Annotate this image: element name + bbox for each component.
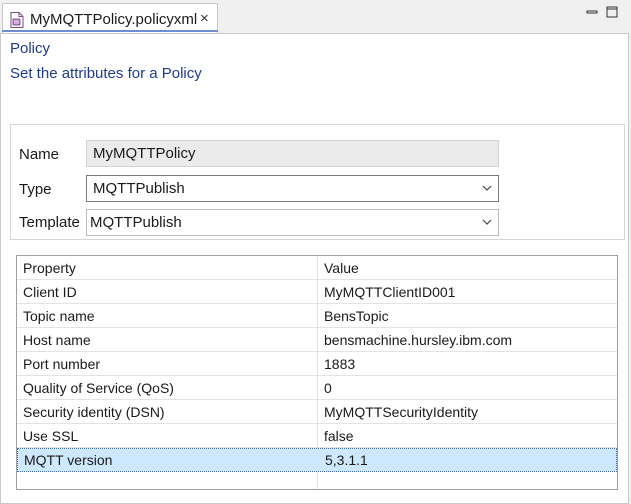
type-value: MQTTPublish: [93, 180, 185, 197]
policy-attributes-panel: Name MyMQTTPolicy Type MQTTPublish Templ…: [10, 124, 625, 240]
table-row[interactable]: Security identity (DSN) MyMQTTSecurityId…: [17, 400, 617, 424]
property-value[interactable]: 0: [324, 376, 332, 400]
property-name: Security identity (DSN): [23, 404, 165, 420]
property-value[interactable]: BensTopic: [324, 304, 389, 328]
tab-title: MyMQTTPolicy.policyxml: [30, 11, 198, 28]
property-table: Property Value Client ID MyMQTTClientID0…: [16, 255, 618, 490]
type-label: Type: [19, 181, 52, 198]
property-name: Topic name: [23, 308, 95, 324]
property-name: Client ID: [23, 284, 77, 300]
table-row-selected[interactable]: MQTT version 5,3.1.1: [17, 448, 617, 472]
property-name: Port number: [23, 356, 101, 372]
table-row[interactable]: Host name bensmachine.hursley.ibm.com: [17, 328, 617, 352]
table-header-row: Property Value: [17, 256, 617, 280]
chevron-down-icon: [482, 219, 492, 225]
property-name: Host name: [23, 332, 91, 348]
property-value[interactable]: false: [324, 424, 354, 448]
name-value: MyMQTTPolicy: [93, 145, 196, 162]
property-value[interactable]: bensmachine.hursley.ibm.com: [324, 328, 512, 352]
property-value[interactable]: MyMQTTClientID001: [324, 280, 455, 304]
property-name: Use SSL: [23, 428, 79, 444]
type-select[interactable]: MQTTPublish: [86, 175, 499, 202]
table-row[interactable]: Topic name BensTopic: [17, 304, 617, 328]
table-row[interactable]: Port number 1883: [17, 352, 617, 376]
editor-tab-bar: MyMQTTPolicy.policyxml ×: [0, 0, 631, 33]
minimize-icon[interactable]: [585, 5, 599, 19]
active-tab-indicator: [2, 30, 218, 32]
property-value[interactable]: 1883: [324, 352, 355, 376]
column-header-value[interactable]: Value: [324, 256, 359, 280]
table-row[interactable]: Use SSL false: [17, 424, 617, 448]
chevron-down-icon: [482, 185, 492, 191]
property-value[interactable]: MyMQTTSecurityIdentity: [324, 400, 478, 424]
name-label: Name: [19, 146, 60, 163]
close-icon[interactable]: ×: [200, 10, 209, 27]
property-name: MQTT version: [24, 452, 113, 468]
maximize-icon[interactable]: [605, 5, 619, 19]
editor-tab[interactable]: MyMQTTPolicy.policyxml ×: [2, 3, 218, 33]
template-label: Template: [19, 214, 80, 231]
property-value[interactable]: 5,3.1.1: [325, 448, 368, 472]
column-header-property[interactable]: Property: [23, 256, 76, 280]
page-title: Policy: [10, 40, 51, 57]
table-row[interactable]: Client ID MyMQTTClientID001: [17, 280, 617, 304]
table-row[interactable]: Quality of Service (QoS) 0: [17, 376, 617, 400]
template-value: MQTTPublish: [90, 214, 182, 231]
template-select[interactable]: MQTTPublish: [86, 209, 499, 236]
page-subtitle: Set the attributes for a Policy: [10, 65, 202, 82]
policy-file-icon: [10, 12, 24, 28]
name-field: MyMQTTPolicy: [86, 140, 499, 167]
property-name: Quality of Service (QoS): [23, 380, 174, 396]
